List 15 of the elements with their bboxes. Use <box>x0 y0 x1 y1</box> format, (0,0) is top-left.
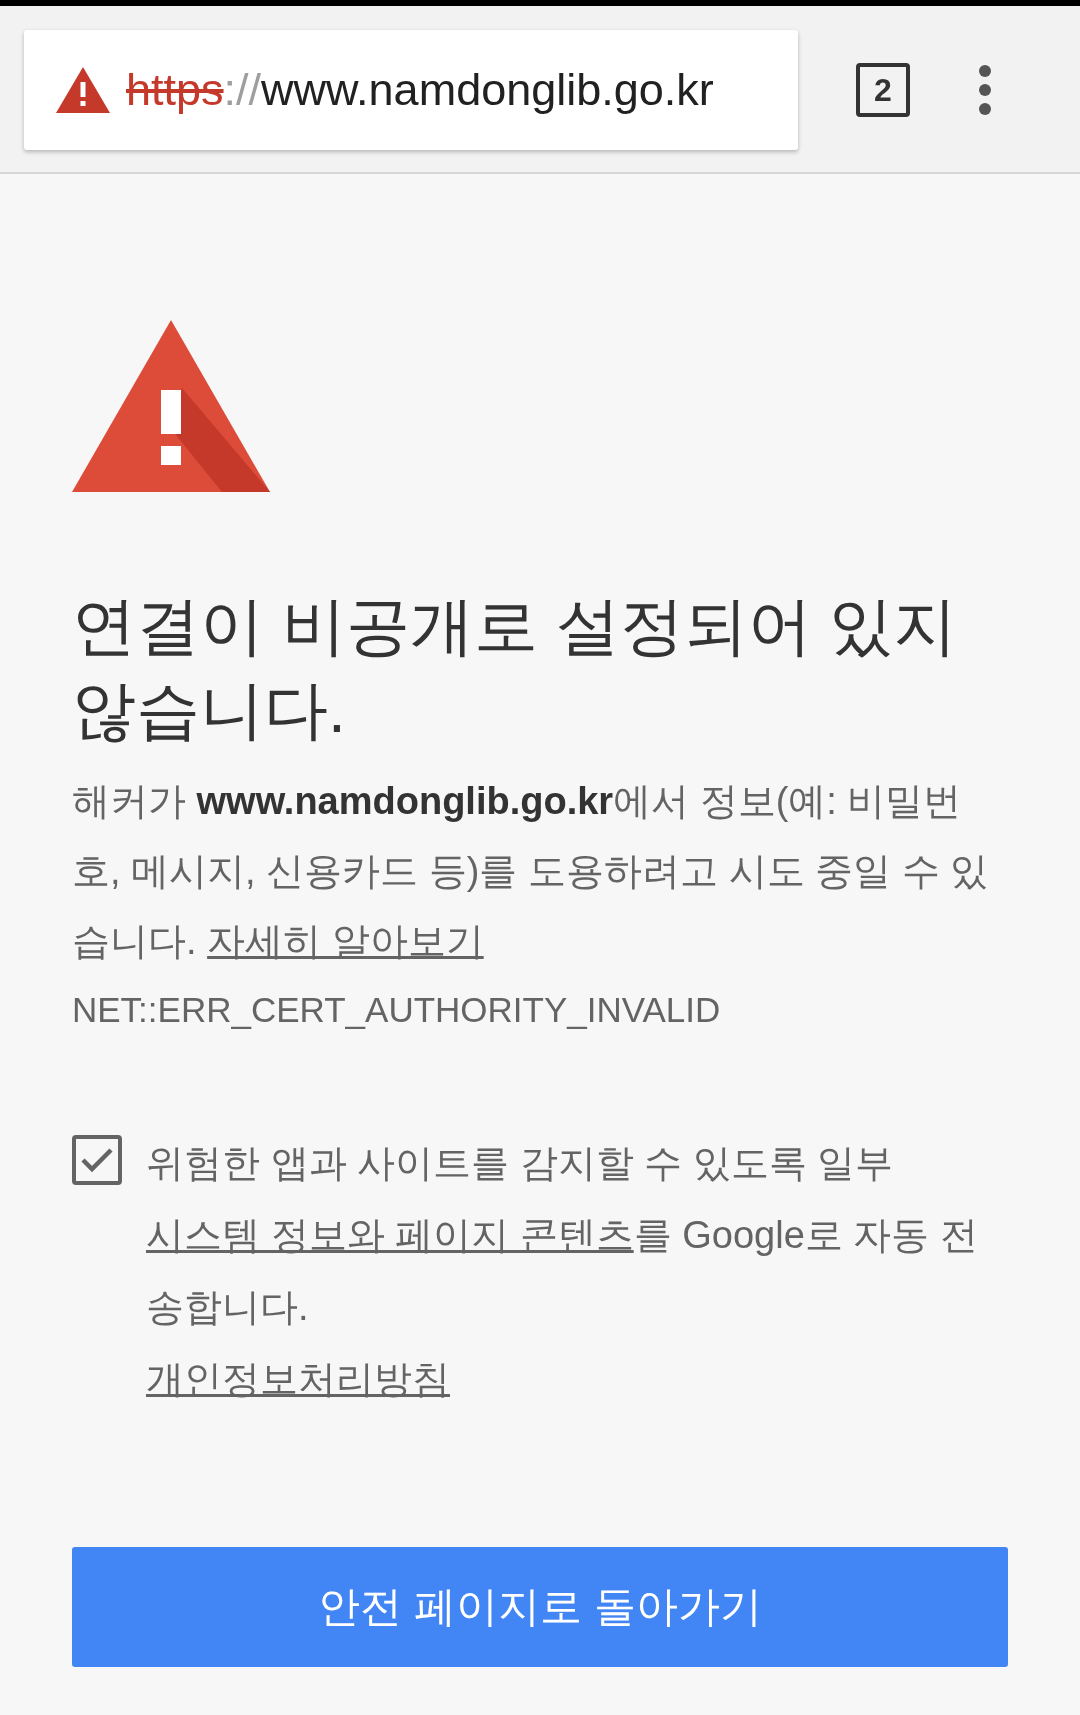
checkmark-icon <box>80 1146 114 1173</box>
privacy-policy-link[interactable]: 개인정보처리방침 <box>146 1357 450 1400</box>
tab-count-button[interactable]: 2 <box>856 63 910 117</box>
description-text: 해커가 www.namdonglib.go.kr에서 정보(예: 비밀번호, 메시지, 신용카드 등)를 도용하려고 시도 중일 수 있습니다. 자세히 알아보기 <box>72 779 990 964</box>
page-title: 연결이 비공개로 설정되어 있지 않습니다. <box>72 589 959 748</box>
learn-more-link[interactable]: 자세히 알아보기 <box>207 920 484 962</box>
back-to-safety-button[interactable]: 안전 페이지로 돌아가기 <box>72 1546 1008 1667</box>
menu-icon[interactable] <box>978 65 992 115</box>
error-code: NET::ERR_CERT_AUTHORITY_INVALID <box>72 989 722 1031</box>
warning-icon <box>72 320 270 492</box>
checkbox[interactable] <box>72 1134 122 1185</box>
system-info-link[interactable]: 시스템 정보와 페이지 콘텐츠 <box>146 1213 634 1256</box>
address-bar[interactable]: https://www.namdonglib.go.kr <box>24 30 798 150</box>
report-text: 위험한 앱과 사이트를 감지할 수 있도록 일부 시스템 정보와 페이지 콘텐츠를 Google로 자동 전송합니다. 개인정보처리방침 <box>146 1140 979 1402</box>
url-text: https://www.namdonglib.go.kr <box>126 63 714 118</box>
